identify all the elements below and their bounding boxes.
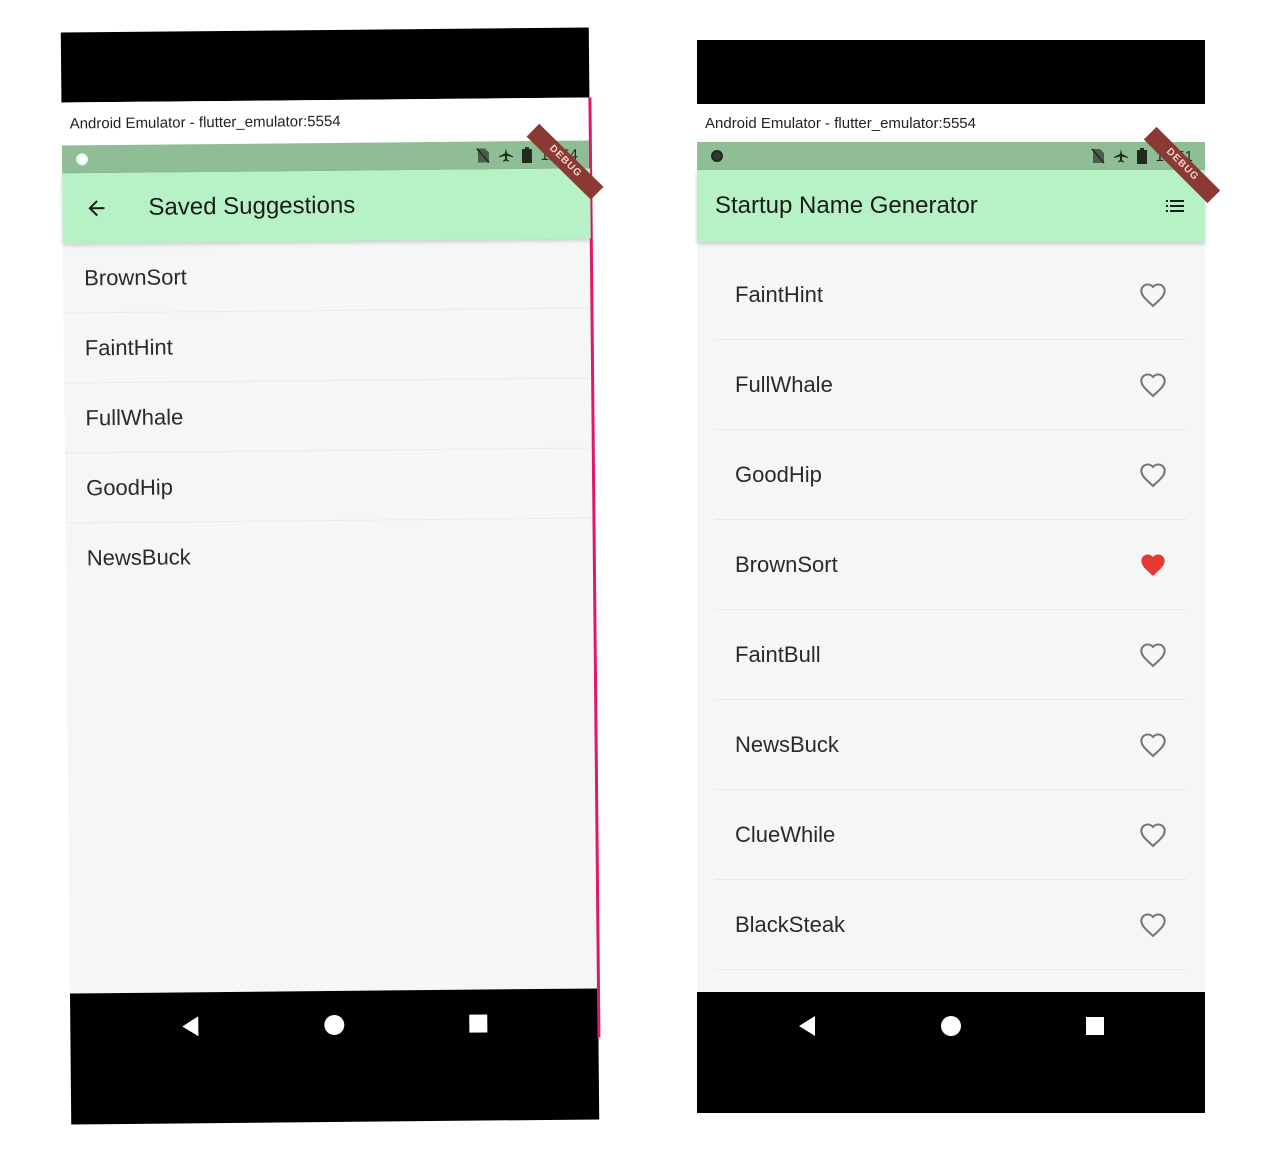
- list-item[interactable]: FaintHint: [63, 308, 593, 384]
- heart-outline-icon[interactable]: [1139, 281, 1167, 309]
- list-item[interactable]: BlackSteak: [715, 880, 1187, 970]
- status-indicator-icon: [75, 153, 89, 166]
- nav-back-button[interactable]: [178, 1014, 202, 1038]
- list-item[interactable]: BrownSort: [62, 238, 592, 314]
- triangle-back-icon: [799, 1016, 815, 1036]
- saved-list: BrownSort FaintHint FullWhale GoodHip Ne…: [62, 238, 598, 994]
- list-item[interactable]: ClueWhile: [715, 790, 1187, 880]
- back-arrow-icon[interactable]: [84, 196, 108, 220]
- right-emulator: Android Emulator - flutter_emulator:5554…: [697, 40, 1221, 1113]
- heart-outline-icon[interactable]: [1139, 821, 1167, 849]
- emulator-window-title: Android Emulator - flutter_emulator:5554: [61, 97, 590, 146]
- airplane-icon: [1114, 149, 1129, 163]
- list-item-label: FaintHint: [735, 281, 824, 307]
- nav-recents-button[interactable]: [466, 1011, 490, 1035]
- appbar-title: Saved Suggestions: [148, 191, 356, 221]
- list-item[interactable]: NewsBuck: [65, 518, 594, 593]
- list-item[interactable]: BrownSort: [715, 520, 1187, 610]
- list-item-label: NewsBuck: [735, 731, 839, 757]
- android-nav-bar: [697, 992, 1205, 1113]
- battery-icon: [1137, 148, 1148, 164]
- list-item-label: ClueWhile: [735, 821, 836, 847]
- list-icon[interactable]: [1163, 194, 1187, 218]
- heart-outline-icon[interactable]: [1139, 461, 1167, 489]
- emulator-top-bezel: [697, 40, 1205, 104]
- heart-outline-icon[interactable]: [1139, 371, 1167, 399]
- heart-outline-icon[interactable]: [1139, 911, 1167, 939]
- emulator-window-title: Android Emulator - flutter_emulator:5554: [697, 104, 1205, 142]
- list-item-label: FullWhale: [735, 371, 833, 397]
- app-bar: Startup Name Generator: [697, 170, 1205, 242]
- list-item-label: FullWhale: [85, 403, 184, 430]
- circle-home-icon: [324, 1014, 345, 1035]
- heart-outline-icon[interactable]: [1139, 641, 1167, 669]
- nav-recents-button[interactable]: [1083, 1014, 1107, 1038]
- emulator-top-bezel: [60, 27, 590, 103]
- square-recents-icon: [469, 1014, 488, 1033]
- appbar-title: Startup Name Generator: [715, 192, 978, 219]
- list-item[interactable]: GoodHip: [64, 448, 594, 524]
- list-item-label: BrownSort: [84, 263, 187, 290]
- heart-outline-icon[interactable]: [1139, 731, 1167, 759]
- nav-home-button[interactable]: [939, 1014, 963, 1038]
- list-item[interactable]: NewsBuck: [715, 700, 1187, 790]
- no-sim-icon: [476, 148, 491, 163]
- list-item-label: GoodHip: [735, 461, 822, 487]
- battery-icon: [522, 147, 533, 164]
- left-emulator: Android Emulator - flutter_emulator:5554…: [60, 27, 604, 1125]
- list-item-label: BlackSteak: [735, 911, 846, 937]
- airplane-icon: [499, 148, 514, 162]
- list-item[interactable]: FullWhale: [715, 340, 1187, 430]
- heart-filled-icon[interactable]: [1139, 551, 1167, 579]
- nav-back-button[interactable]: [795, 1014, 819, 1038]
- app-bar: Saved Suggestions: [62, 168, 591, 244]
- list-item-label: GoodHip: [86, 474, 174, 500]
- android-nav-bar: [69, 988, 600, 1125]
- status-indicator-icon: [711, 150, 723, 162]
- list-item-label: BrownSort: [735, 551, 838, 577]
- list-item-label: FaintHint: [84, 333, 173, 360]
- list-item[interactable]: FaintBull: [715, 610, 1187, 700]
- status-bar: 12:51: [697, 142, 1205, 170]
- triangle-back-icon: [182, 1016, 199, 1037]
- square-recents-icon: [1086, 1017, 1104, 1035]
- list-item-label: FaintBull: [735, 641, 821, 667]
- list-item-label: NewsBuck: [86, 544, 191, 571]
- circle-home-icon: [941, 1016, 961, 1036]
- no-sim-icon: [1091, 148, 1106, 164]
- nav-home-button[interactable]: [322, 1013, 346, 1037]
- list-item[interactable]: GoodHip: [715, 430, 1187, 520]
- list-item[interactable]: FaintHint: [715, 250, 1187, 340]
- suggestions-list: FaintHint FullWhale GoodHip BrownSort FaintB…: [697, 242, 1205, 992]
- list-item[interactable]: FullWhale: [64, 378, 593, 454]
